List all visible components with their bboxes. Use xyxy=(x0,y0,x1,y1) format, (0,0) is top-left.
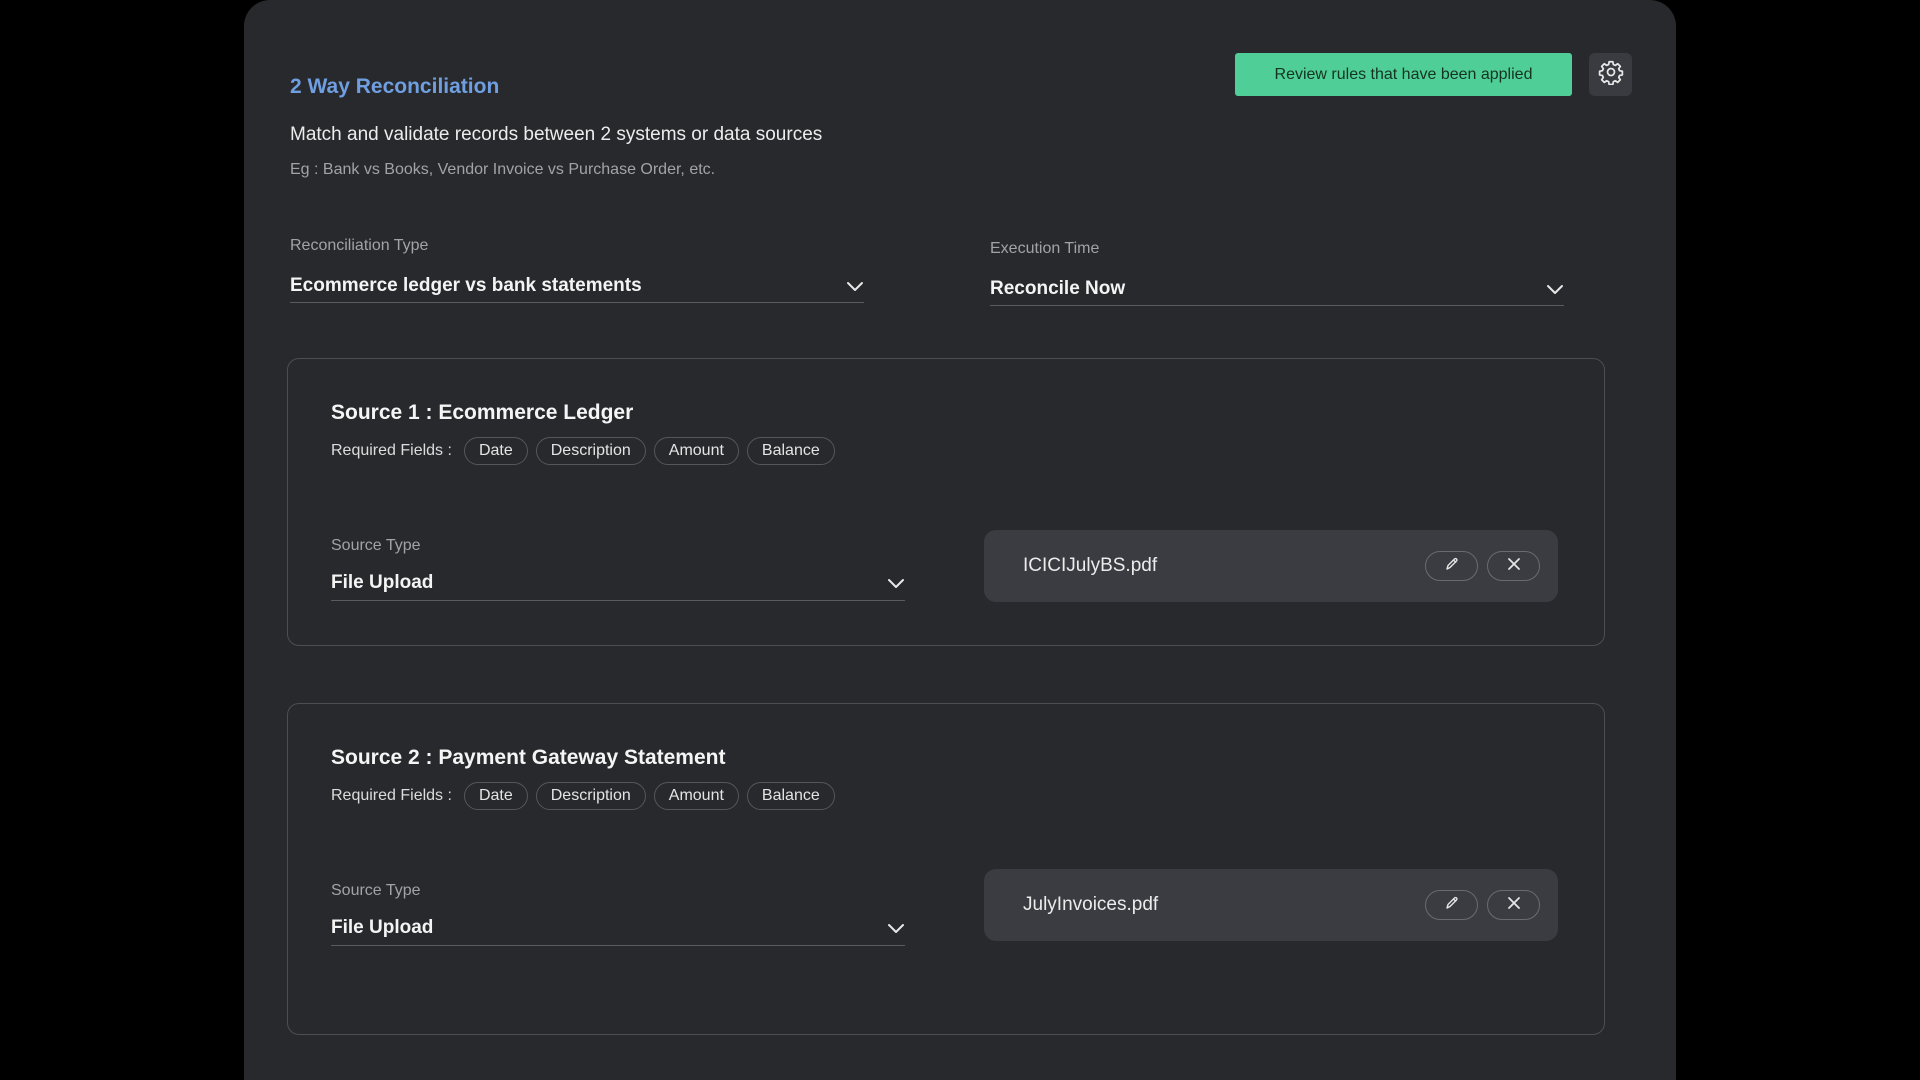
required-fields-label: Required Fields : xyxy=(331,442,452,459)
field-chip-amount: Amount xyxy=(653,437,739,465)
reconciliation-type-field: Reconciliation Type Ecommerce ledger vs … xyxy=(290,237,864,303)
source-type-label: Source Type xyxy=(331,537,421,554)
uploaded-file: JulyInvoices.pdf xyxy=(984,869,1558,941)
page-subtitle: Match and validate records between 2 sys… xyxy=(290,124,823,145)
example-text: Eg : Bank vs Books, Vendor Invoice vs Pu… xyxy=(290,161,716,178)
review-rules-button[interactable]: Review rules that have been applied xyxy=(1235,53,1572,96)
close-icon xyxy=(1507,557,1521,576)
pencil-icon xyxy=(1444,556,1460,577)
chevron-down-icon xyxy=(887,577,905,589)
required-fields-label: Required Fields : xyxy=(331,787,452,804)
edit-file-button[interactable] xyxy=(1425,890,1478,920)
required-fields: Required Fields : Date Description Amoun… xyxy=(331,437,835,465)
source-type-select[interactable]: File Upload xyxy=(331,565,905,601)
execution-time-label: Execution Time xyxy=(990,240,1100,257)
field-chip-balance: Balance xyxy=(746,437,835,465)
field-chip-amount: Amount xyxy=(653,782,739,810)
pencil-icon xyxy=(1444,895,1460,916)
reconciliation-panel: 2 Way Reconciliation Match and validate … xyxy=(244,0,1676,1080)
source-type-label: Source Type xyxy=(331,882,421,899)
file-name: JulyInvoices.pdf xyxy=(1023,894,1159,915)
remove-file-button[interactable] xyxy=(1487,890,1540,920)
field-chip-description: Description xyxy=(535,437,646,465)
source-type-value: File Upload xyxy=(331,571,434,593)
source-card-2: Source 2 : Payment Gateway Statement Req… xyxy=(287,703,1605,1035)
required-fields: Required Fields : Date Description Amoun… xyxy=(331,782,835,810)
field-chip-date: Date xyxy=(463,782,528,810)
page-title: 2 Way Reconciliation xyxy=(290,75,500,98)
execution-time-select[interactable]: Reconcile Now xyxy=(990,272,1564,306)
chevron-down-icon xyxy=(887,922,905,934)
execution-time-value: Reconcile Now xyxy=(990,277,1126,299)
reconciliation-type-value: Ecommerce ledger vs bank statements xyxy=(290,274,642,296)
file-name: ICICIJulyBS.pdf xyxy=(1023,555,1158,576)
uploaded-file: ICICIJulyBS.pdf xyxy=(984,530,1558,602)
source-title: Source 1 : Ecommerce Ledger xyxy=(331,401,634,424)
source-type-field: Source Type File Upload xyxy=(331,537,905,602)
source-title: Source 2 : Payment Gateway Statement xyxy=(331,746,726,769)
source-card-1: Source 1 : Ecommerce Ledger Required Fie… xyxy=(287,358,1605,646)
field-chip-description: Description xyxy=(535,782,646,810)
file-actions xyxy=(1425,890,1540,920)
gear-icon xyxy=(1598,59,1624,90)
source-type-value: File Upload xyxy=(331,916,434,938)
source-type-field: Source Type File Upload xyxy=(331,882,905,947)
chevron-down-icon xyxy=(846,280,864,292)
remove-file-button[interactable] xyxy=(1487,551,1540,581)
edit-file-button[interactable] xyxy=(1425,551,1478,581)
execution-time-field: Execution Time Reconcile Now xyxy=(990,240,1564,306)
file-actions xyxy=(1425,551,1540,581)
reconciliation-type-select[interactable]: Ecommerce ledger vs bank statements xyxy=(290,269,864,303)
field-chip-balance: Balance xyxy=(746,782,835,810)
reconciliation-type-label: Reconciliation Type xyxy=(290,237,429,254)
settings-button[interactable] xyxy=(1589,53,1632,96)
close-icon xyxy=(1507,896,1521,915)
chevron-down-icon xyxy=(1546,283,1564,295)
field-chip-date: Date xyxy=(463,437,528,465)
source-type-select[interactable]: File Upload xyxy=(331,910,905,946)
